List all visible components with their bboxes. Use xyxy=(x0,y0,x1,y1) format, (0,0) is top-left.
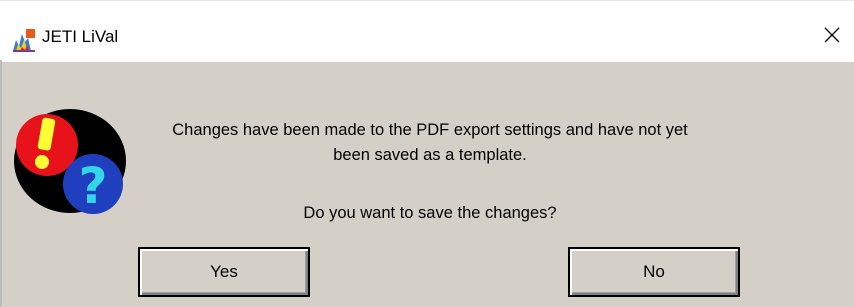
no-button[interactable]: No xyxy=(568,247,740,297)
message-line-2: been saved as a template. xyxy=(333,146,527,164)
question-text: Do you want to save the changes? xyxy=(303,204,557,222)
yes-button[interactable]: Yes xyxy=(138,247,310,297)
dialog-window: JETI LiVal ? Changes have been made to t… xyxy=(0,0,854,307)
title-bar[interactable]: JETI LiVal xyxy=(0,0,854,62)
exclamation-question-icon: ? xyxy=(14,109,126,215)
close-icon xyxy=(824,27,840,43)
message-line-1: Changes have been made to the PDF export… xyxy=(172,121,688,139)
message-text: Changes have been made to the PDF export… xyxy=(130,118,730,168)
close-button[interactable] xyxy=(810,15,854,55)
jeti-lival-app-icon xyxy=(12,28,36,52)
window-edge xyxy=(0,60,2,307)
svg-text:?: ? xyxy=(78,157,107,215)
window-title: JETI LiVal xyxy=(42,27,119,46)
